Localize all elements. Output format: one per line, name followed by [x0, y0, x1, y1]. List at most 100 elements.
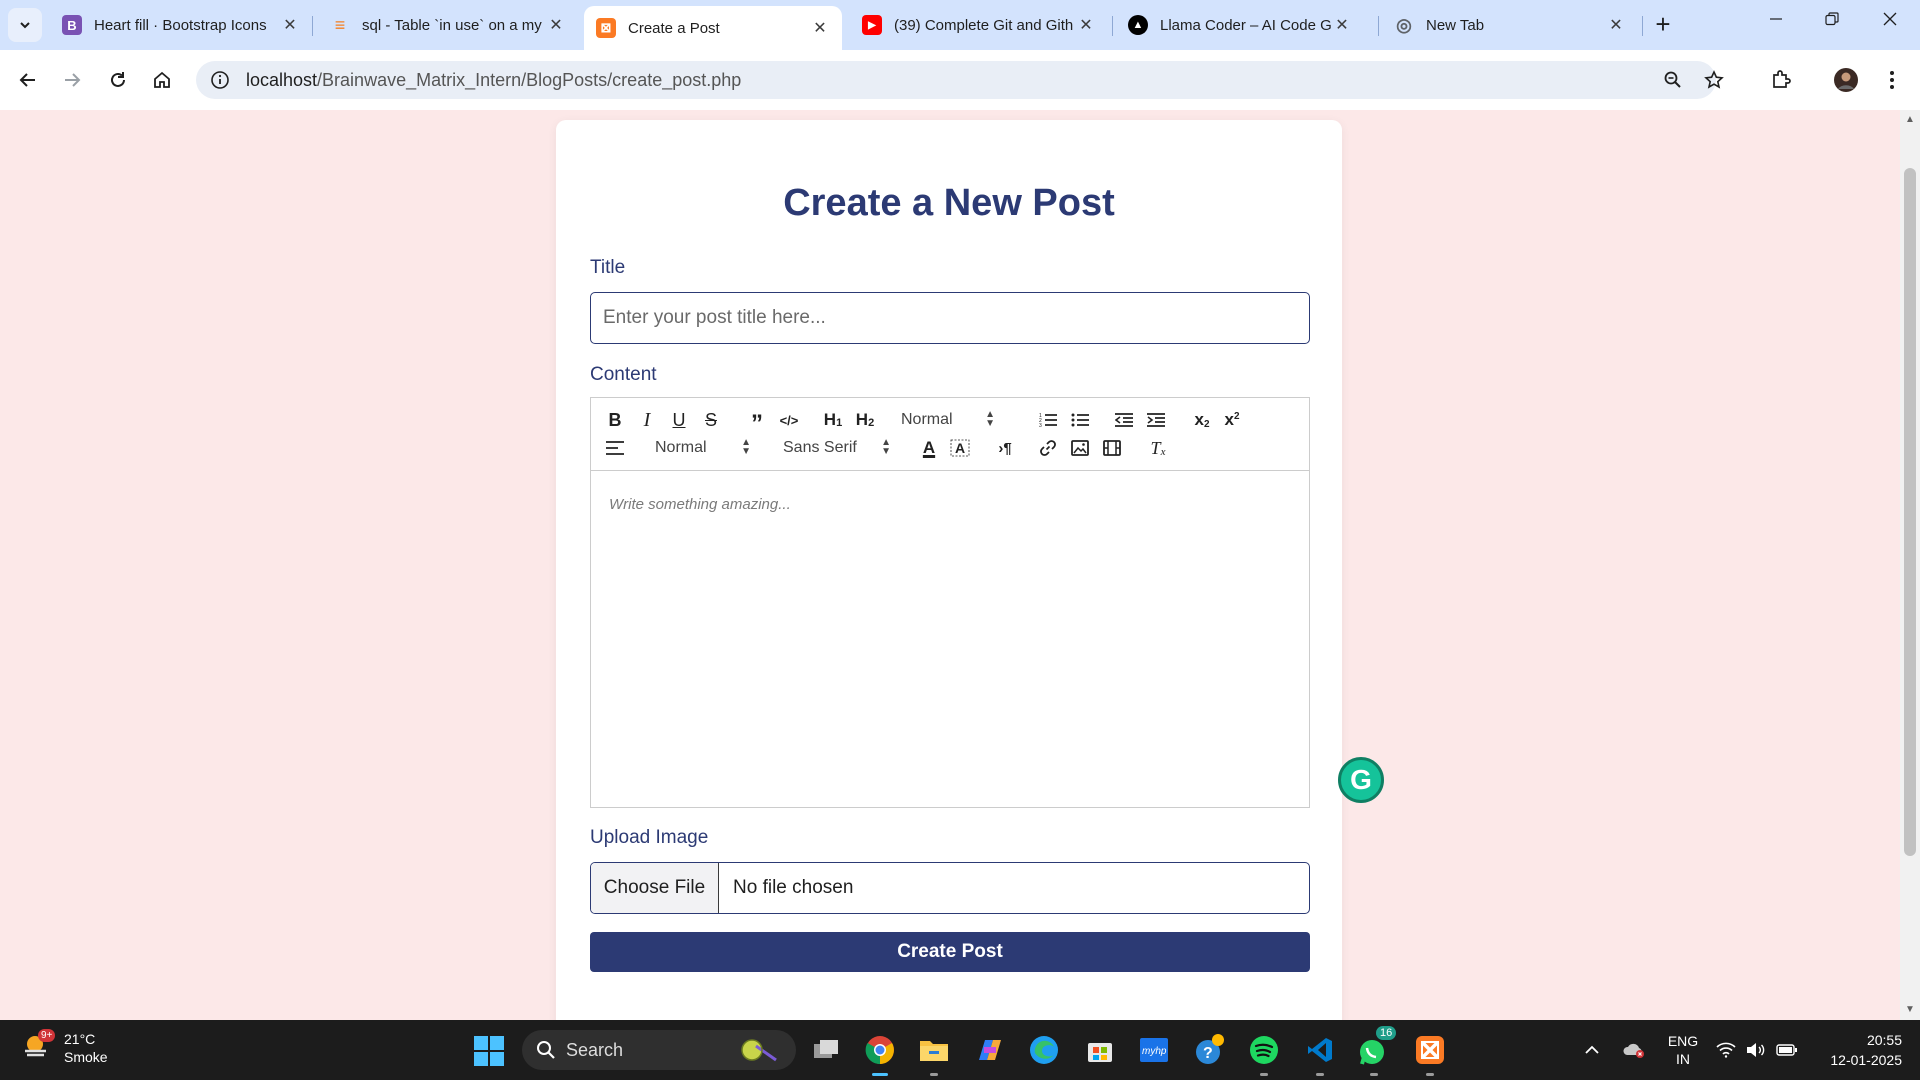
whatsapp-icon[interactable]: 16: [1356, 1026, 1397, 1076]
taskbar-search-label: Search: [566, 1039, 624, 1060]
reload-button[interactable]: [102, 64, 134, 96]
zoom-icon[interactable]: [1658, 61, 1688, 99]
browser-tab-llama-coder[interactable]: ▲ Llama Coder – AI Code Ger ✕: [1116, 6, 1364, 44]
close-icon[interactable]: ✕: [1076, 15, 1096, 35]
notification-badge: 9+: [38, 1029, 56, 1042]
site-info-icon[interactable]: [208, 68, 232, 92]
vscode-icon[interactable]: [1302, 1032, 1338, 1076]
font-select[interactable]: Sans Serif ▲ ▼: [783, 436, 891, 460]
align-icon[interactable]: [605, 436, 625, 460]
tab-divider: [1378, 16, 1379, 36]
profile-avatar[interactable]: [1830, 64, 1862, 96]
scrollbar-thumb[interactable]: [1904, 168, 1916, 856]
wifi-icon[interactable]: [1714, 1020, 1738, 1080]
font-select-value: Sans Serif: [783, 439, 857, 456]
choose-file-button[interactable]: Choose File: [591, 863, 719, 913]
browser-menu-button[interactable]: [1876, 64, 1908, 96]
home-button[interactable]: [146, 64, 178, 96]
italic-icon[interactable]: I: [637, 408, 657, 432]
image-file-input[interactable]: Choose File No file chosen: [590, 862, 1310, 914]
underline-icon[interactable]: U: [669, 408, 689, 432]
task-view-icon[interactable]: [808, 1032, 844, 1068]
strikethrough-icon[interactable]: S: [701, 408, 721, 432]
url-text[interactable]: localhost/Brainwave_Matrix_Intern/BlogPo…: [246, 70, 741, 91]
puzzle-icon: [1773, 70, 1791, 88]
myhp-icon[interactable]: myhp: [1136, 1032, 1172, 1068]
page-scrollbar[interactable]: ▲ ▼: [1900, 110, 1920, 1020]
heading1-icon[interactable]: H1: [821, 408, 845, 432]
browser-toolbar: localhost/Brainwave_Matrix_Intern/BlogPo…: [0, 50, 1920, 110]
size-select[interactable]: Normal ▲ ▼: [655, 436, 751, 460]
url-host: localhost: [246, 69, 318, 90]
xampp-taskbar-icon[interactable]: [1412, 1032, 1448, 1076]
size-select-value: Normal: [655, 439, 707, 456]
close-icon[interactable]: ✕: [280, 15, 300, 35]
blockquote-icon[interactable]: ”: [747, 408, 767, 436]
battery-icon[interactable]: [1774, 1020, 1800, 1080]
show-hidden-icons-button[interactable]: [1580, 1020, 1604, 1080]
close-icon[interactable]: ✕: [1606, 15, 1626, 35]
file-explorer-icon[interactable]: [916, 1032, 952, 1076]
content-editor[interactable]: Write something amazing...: [590, 471, 1310, 808]
header-select[interactable]: Normal ▲ ▼: [901, 408, 995, 432]
clear-format-icon[interactable]: Tx: [1147, 436, 1169, 460]
grammarly-icon[interactable]: G: [1338, 757, 1384, 803]
restore-button[interactable]: [1812, 10, 1852, 40]
weather-smoke-icon: 9+: [22, 1029, 56, 1065]
heading2-icon[interactable]: H2: [853, 408, 877, 432]
browser-tab-new-tab[interactable]: ◎ New Tab ✕: [1382, 6, 1638, 44]
bullet-list-icon[interactable]: [1069, 408, 1091, 432]
minimize-button[interactable]: [1756, 10, 1796, 40]
code-block-icon[interactable]: </>: [777, 408, 801, 432]
volume-icon[interactable]: [1744, 1020, 1768, 1080]
content-label: Content: [590, 364, 657, 385]
ordered-list-icon[interactable]: 123: [1037, 408, 1059, 432]
bookmark-star-icon[interactable]: [1699, 61, 1729, 99]
windows-taskbar: 9+ 21°C Smoke Search myhp ? 16 ENG IN 20…: [0, 1020, 1920, 1080]
taskbar-search[interactable]: Search: [522, 1030, 796, 1070]
microsoft-store-icon[interactable]: [1082, 1032, 1118, 1068]
browser-tab-create-post[interactable]: ⊠ Create a Post ✕: [584, 6, 842, 50]
copilot-icon[interactable]: [972, 1032, 1008, 1068]
browser-tab-sql[interactable]: ≡ sql - Table `in use` on a my ✕: [318, 6, 578, 44]
extensions-button[interactable]: [1765, 64, 1797, 96]
select-caret-icon: ▲ ▼: [881, 437, 891, 457]
close-icon[interactable]: ✕: [810, 18, 830, 38]
get-help-icon[interactable]: ?: [1192, 1032, 1228, 1068]
system-clock[interactable]: 20:55 12-01-2025: [1808, 1030, 1902, 1070]
more-vertical-icon: [1890, 71, 1894, 89]
link-icon[interactable]: [1037, 436, 1059, 460]
image-icon[interactable]: [1069, 436, 1091, 460]
onedrive-icon[interactable]: [1620, 1020, 1648, 1080]
address-bar[interactable]: localhost/Brainwave_Matrix_Intern/BlogPo…: [196, 61, 1724, 99]
text-direction-icon[interactable]: ›¶: [993, 436, 1017, 460]
chrome-taskbar-icon[interactable]: [862, 1032, 898, 1076]
scroll-down-icon[interactable]: ▼: [1904, 1004, 1916, 1016]
bold-icon[interactable]: B: [605, 408, 625, 432]
tab-search-button[interactable]: [8, 8, 42, 42]
scroll-up-icon[interactable]: ▲: [1904, 114, 1916, 126]
spotify-icon[interactable]: [1246, 1032, 1282, 1076]
close-icon[interactable]: ✕: [1332, 15, 1352, 35]
title-input[interactable]: [590, 292, 1310, 344]
edge-icon[interactable]: [1026, 1032, 1062, 1068]
outdent-icon[interactable]: [1113, 408, 1135, 432]
superscript-icon[interactable]: x2: [1221, 408, 1243, 432]
new-tab-button[interactable]: +: [1648, 10, 1678, 40]
text-color-icon[interactable]: A: [919, 436, 939, 460]
create-post-button[interactable]: Create Post: [590, 932, 1310, 972]
language-indicator[interactable]: ENG IN: [1660, 1020, 1706, 1080]
editor-placeholder: Write something amazing...: [609, 496, 791, 513]
indent-icon[interactable]: [1145, 408, 1167, 432]
weather-widget[interactable]: 9+ 21°C Smoke: [22, 1029, 108, 1066]
browser-tab-youtube[interactable]: ▶ (39) Complete Git and Gith ✕: [850, 6, 1108, 44]
background-color-icon[interactable]: A: [949, 436, 971, 460]
back-button[interactable]: [12, 64, 44, 96]
video-icon[interactable]: [1101, 436, 1123, 460]
start-button[interactable]: [474, 1036, 504, 1066]
close-icon[interactable]: ✕: [546, 15, 566, 35]
close-window-button[interactable]: [1870, 10, 1910, 40]
browser-tab-bootstrap[interactable]: B Heart fill · Bootstrap Icons ✕: [50, 6, 312, 44]
forward-button[interactable]: [56, 64, 88, 96]
subscript-icon[interactable]: x2: [1191, 408, 1213, 432]
